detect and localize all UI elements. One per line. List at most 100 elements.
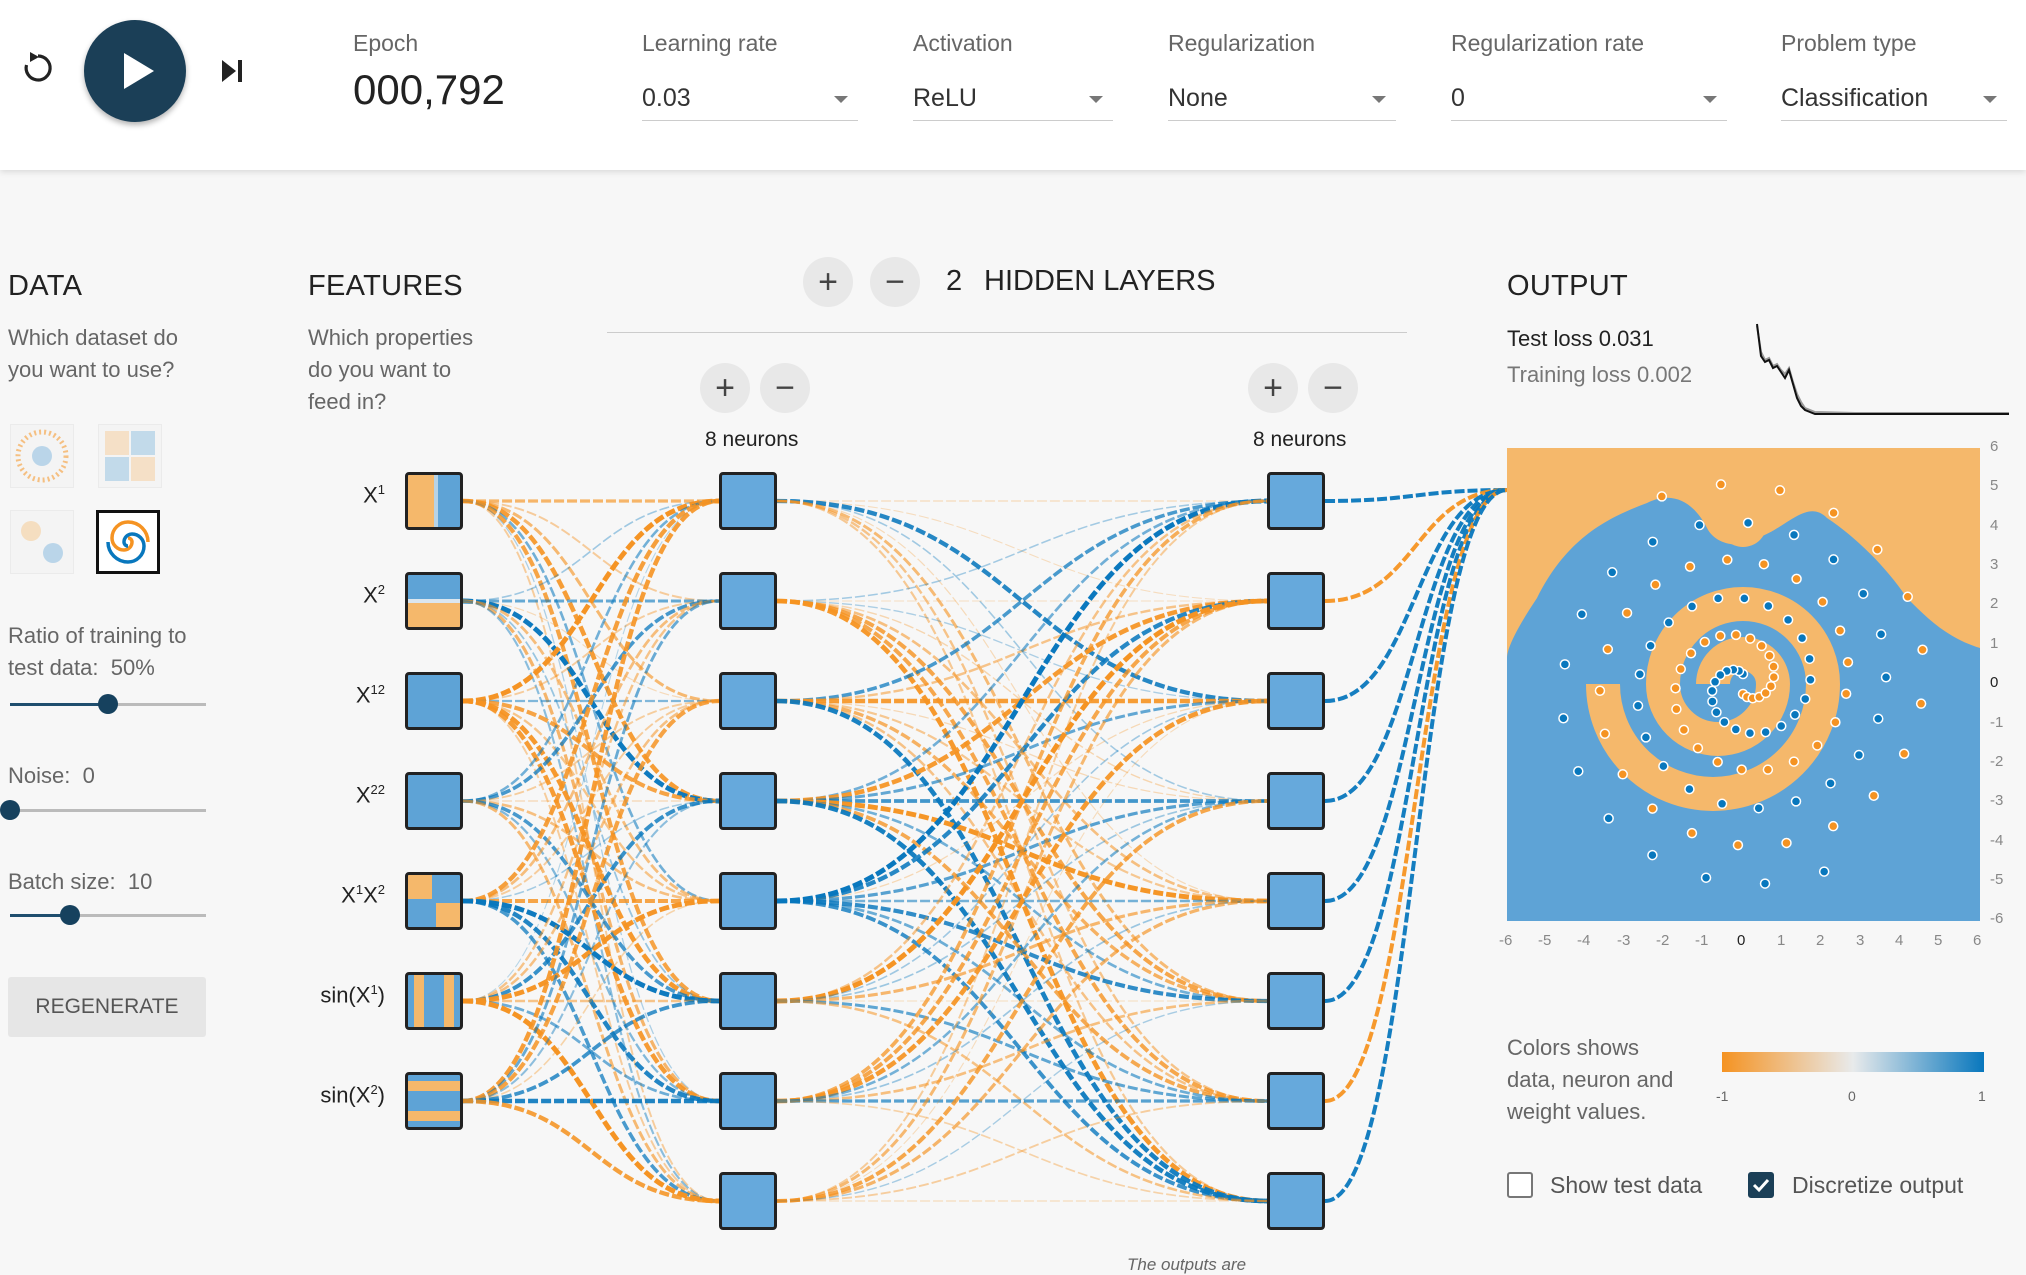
weight-connection[interactable] bbox=[462, 500, 720, 1002]
layer2-neuron-count: 8 neurons bbox=[1253, 428, 1347, 451]
weight-connection[interactable] bbox=[462, 599, 720, 1103]
feature-node-x1x2[interactable] bbox=[405, 872, 463, 930]
feature-node-sin-x1[interactable] bbox=[405, 972, 463, 1030]
data-point bbox=[1634, 669, 1646, 680]
data-point bbox=[1722, 554, 1733, 566]
y-tick: 0 bbox=[1990, 674, 1999, 691]
feature-sup: 22 bbox=[370, 782, 385, 797]
discretize-output-label[interactable]: Discretize output bbox=[1792, 1172, 1963, 1199]
data-point bbox=[1558, 713, 1569, 724]
neuron-l2-4[interactable] bbox=[1267, 772, 1325, 830]
data-point bbox=[1576, 609, 1588, 620]
feature-node-x2[interactable] bbox=[405, 572, 463, 630]
data-point bbox=[1647, 803, 1658, 814]
feature-sup: 1 bbox=[377, 482, 385, 497]
weight-connection[interactable] bbox=[1324, 488, 1508, 1103]
neuron-l1-5[interactable] bbox=[719, 872, 777, 930]
neuron-l2-5[interactable] bbox=[1267, 872, 1325, 930]
feature-text: sin(X bbox=[320, 1082, 371, 1108]
feature-sup: 2 bbox=[370, 1082, 378, 1097]
training-loss-value: 0.002 bbox=[1637, 362, 1693, 387]
weight-connection[interactable] bbox=[776, 499, 1268, 1003]
data-point bbox=[1782, 614, 1794, 626]
data-point bbox=[1788, 756, 1800, 767]
data-point bbox=[1812, 740, 1823, 751]
weight-connection[interactable] bbox=[462, 899, 720, 1203]
feature-sup: 1 bbox=[355, 882, 364, 897]
add-neuron-layer1-button[interactable]: + bbox=[700, 363, 750, 413]
output-data-points bbox=[1558, 479, 1928, 889]
discretize-output-checkbox[interactable] bbox=[1748, 1172, 1774, 1198]
y-tick: -5 bbox=[1990, 871, 2004, 888]
neuron-l2-7[interactable] bbox=[1267, 1072, 1325, 1130]
neuron-l1-8[interactable] bbox=[719, 1172, 777, 1230]
x-tick: 2 bbox=[1816, 932, 1825, 949]
x-axis: -6 -5 -4 -3 -2 -1 0 1 2 3 4 5 6 bbox=[1497, 932, 1990, 954]
neuron-l1-7[interactable] bbox=[719, 1072, 777, 1130]
y-tick: 1 bbox=[1990, 635, 1999, 652]
data-point bbox=[1804, 653, 1815, 665]
remove-layer-button[interactable]: − bbox=[870, 257, 920, 307]
weight-connection[interactable] bbox=[1324, 488, 1508, 1003]
data-point bbox=[1791, 573, 1802, 585]
neuron-l2-1[interactable] bbox=[1267, 472, 1325, 530]
data-point bbox=[1694, 519, 1705, 531]
neuron-l2-3[interactable] bbox=[1267, 672, 1325, 730]
neuron-l2-6[interactable] bbox=[1267, 972, 1325, 1030]
weight-connection[interactable] bbox=[1324, 488, 1508, 803]
weight-connection[interactable] bbox=[776, 499, 1268, 803]
hidden-layers-title: HIDDEN LAYERS bbox=[984, 265, 1216, 297]
neuron-l1-1[interactable] bbox=[719, 472, 777, 530]
data-point bbox=[1880, 672, 1892, 683]
data-point bbox=[1678, 724, 1690, 736]
data-point bbox=[1898, 748, 1910, 759]
feature-node-sin-x2[interactable] bbox=[405, 1072, 463, 1130]
neuron-l1-4[interactable] bbox=[719, 772, 777, 830]
data-point bbox=[1716, 798, 1728, 810]
remove-neuron-layer2-button[interactable]: − bbox=[1308, 363, 1358, 413]
neuron-l2-2[interactable] bbox=[1267, 572, 1325, 630]
remove-neuron-layer1-button[interactable]: − bbox=[760, 363, 810, 413]
feature-label-x1-squared: X12 bbox=[300, 682, 385, 708]
feature-text: X bbox=[341, 882, 356, 908]
feature-node-x1-squared[interactable] bbox=[405, 672, 463, 730]
neuron-l1-3[interactable] bbox=[719, 672, 777, 730]
feature-node-x1[interactable] bbox=[405, 472, 463, 530]
x-tick: 5 bbox=[1934, 932, 1943, 949]
y-tick: -4 bbox=[1990, 832, 2004, 849]
training-loss-label: Training loss bbox=[1507, 362, 1631, 387]
feature-node-x2-squared[interactable] bbox=[405, 772, 463, 830]
neuron-l2-8[interactable] bbox=[1267, 1172, 1325, 1230]
add-neuron-layer2-button[interactable]: + bbox=[1248, 363, 1298, 413]
data-point bbox=[1872, 544, 1883, 555]
add-layer-button[interactable]: + bbox=[803, 257, 853, 307]
data-point bbox=[1853, 749, 1865, 761]
show-test-data-checkbox[interactable] bbox=[1507, 1172, 1533, 1198]
show-test-data-label[interactable]: Show test data bbox=[1550, 1172, 1702, 1199]
data-point bbox=[1742, 517, 1754, 529]
feature-text: X bbox=[363, 882, 378, 908]
training-loss: Training loss 0.002 bbox=[1507, 362, 1692, 388]
neuron-l1-6[interactable] bbox=[719, 972, 777, 1030]
weight-connection[interactable] bbox=[776, 700, 1268, 1202]
data-point bbox=[1621, 607, 1633, 619]
data-point bbox=[1842, 657, 1854, 668]
data-point bbox=[1685, 648, 1697, 659]
feature-label-sin-x2: sin(X2) bbox=[290, 1082, 385, 1108]
data-point bbox=[1670, 682, 1681, 694]
data-point bbox=[1868, 790, 1880, 801]
data-point bbox=[1763, 600, 1774, 612]
x-tick: -5 bbox=[1538, 932, 1552, 949]
x-tick: -3 bbox=[1617, 932, 1631, 949]
neuron-l1-2[interactable] bbox=[719, 572, 777, 630]
data-point bbox=[1709, 676, 1721, 688]
data-point bbox=[1805, 674, 1816, 686]
feature-label-x2: X2 bbox=[300, 582, 385, 608]
data-point bbox=[1715, 479, 1727, 490]
y-tick: -6 bbox=[1990, 910, 2004, 927]
data-point bbox=[1828, 507, 1839, 519]
data-point bbox=[1650, 579, 1661, 590]
y-tick: 2 bbox=[1990, 595, 1999, 612]
data-point bbox=[1775, 720, 1787, 732]
color-scale-tick: 1 bbox=[1978, 1088, 1986, 1104]
